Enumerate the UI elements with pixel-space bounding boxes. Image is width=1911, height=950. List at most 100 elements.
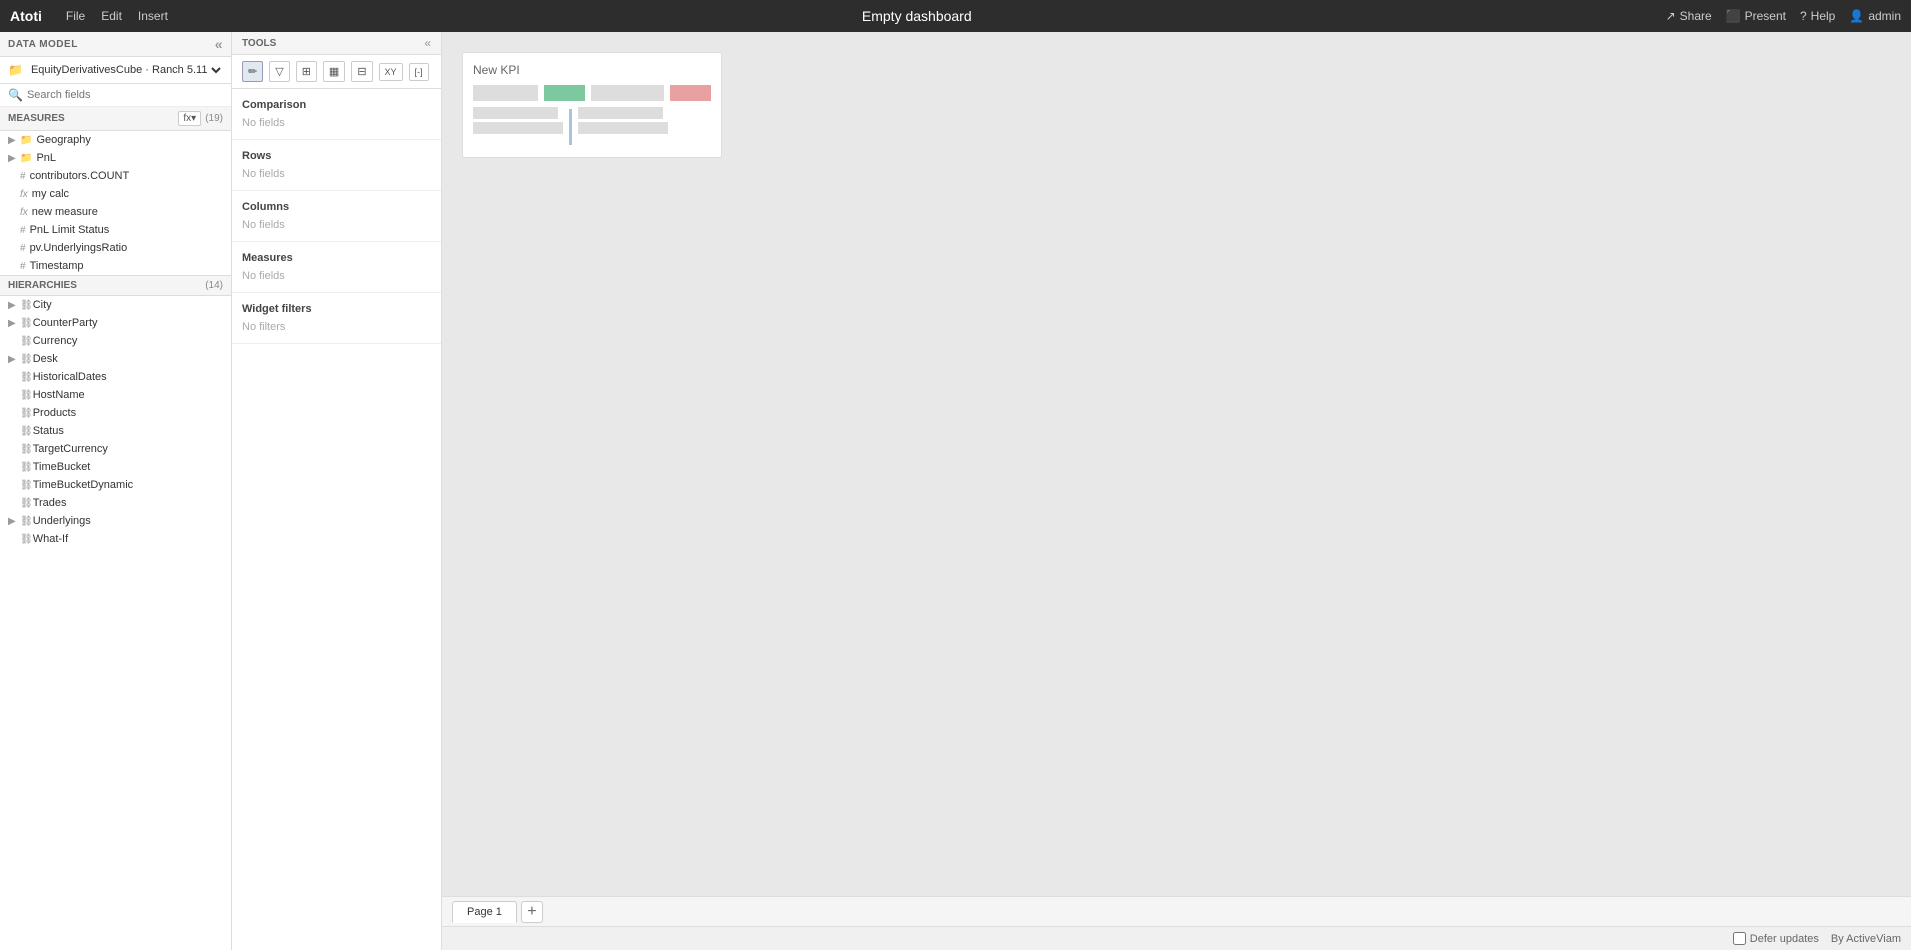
- data-model-label: DATA MODEL: [8, 39, 78, 50]
- defer-updates-label: Defer updates: [1750, 933, 1819, 945]
- dashboard-panel: New KPI: [442, 32, 1911, 950]
- kpi-bar-gray-6: [578, 122, 668, 134]
- measures-tools-label: Measures: [242, 252, 431, 264]
- hierarchy-item-whatif[interactable]: ▶ ⛓ What-If: [0, 530, 231, 548]
- measure-geography-label: Geography: [36, 134, 90, 146]
- measures-header-left: MEASURES: [8, 113, 65, 124]
- search-icon: 🔍: [8, 88, 23, 102]
- kpi-bar-gray-4: [473, 122, 563, 134]
- hierarchy-item-trades[interactable]: ▶ ⛓ Trades: [0, 494, 231, 512]
- hierarchy-underlyings-label: Underlyings: [33, 515, 91, 527]
- folder-icon: 📁: [20, 135, 32, 146]
- hierarchy-icon: ⛓: [20, 516, 33, 527]
- search-box: 🔍: [0, 84, 231, 107]
- measure-timestamp-label: Timestamp: [30, 260, 84, 272]
- menu-edit[interactable]: Edit: [101, 9, 122, 23]
- hierarchy-item-products[interactable]: ▶ ⛓ Products: [0, 404, 231, 422]
- filter-button[interactable]: ▽: [269, 61, 289, 82]
- measures-label: MEASURES: [8, 113, 65, 124]
- kpi-row-bottom: [473, 107, 711, 147]
- hierarchy-status-label: Status: [33, 425, 64, 437]
- measures-count: (19): [205, 113, 223, 124]
- present-button[interactable]: ⬛ Present: [1726, 9, 1786, 23]
- hash-icon: #: [20, 261, 26, 272]
- hierarchies-header: HIERARCHIES (14): [0, 276, 231, 296]
- hierarchy-item-status[interactable]: ▶ ⛓ Status: [0, 422, 231, 440]
- bar-chart-button[interactable]: ▦: [323, 61, 345, 82]
- xy-chart-button[interactable]: XY: [379, 63, 403, 81]
- rows-label: Rows: [242, 150, 431, 162]
- measure-item-mycalc[interactable]: ▶ fx my calc: [0, 185, 231, 203]
- hierarchy-item-currency[interactable]: ▶ ⛓ Currency: [0, 332, 231, 350]
- layout-button[interactable]: ⊞: [296, 61, 317, 82]
- fx-button[interactable]: fx▾: [178, 111, 201, 126]
- hierarchy-item-underlyings[interactable]: ▶ ⛓ Underlyings: [0, 512, 231, 530]
- hierarchy-item-targetcurrency[interactable]: ▶ ⛓ TargetCurrency: [0, 440, 231, 458]
- kpi-left-col: [473, 107, 563, 147]
- app-logo: Atoti: [10, 8, 42, 24]
- measure-item-contributors[interactable]: ▶ # contributors.COUNT: [0, 167, 231, 185]
- range-button[interactable]: [-]: [409, 63, 429, 81]
- share-button[interactable]: ↗ Share: [1666, 9, 1712, 23]
- menu-file[interactable]: File: [66, 9, 85, 23]
- hierarchy-icon: ⛓: [20, 354, 33, 365]
- measure-item-timestamp[interactable]: ▶ # Timestamp: [0, 257, 231, 275]
- hierarchy-trades-label: Trades: [33, 497, 67, 509]
- kpi-card[interactable]: New KPI: [462, 52, 722, 158]
- hierarchy-icon: ⛓: [20, 300, 33, 311]
- defer-updates-item: Defer updates: [1733, 932, 1819, 945]
- rows-section: Rows No fields: [232, 140, 441, 191]
- tools-collapse-button[interactable]: «: [424, 36, 431, 50]
- kpi-bar-gray-5: [578, 107, 663, 119]
- expand-icon: ▶: [8, 516, 18, 527]
- kpi-bar-green: [544, 85, 585, 101]
- menu-insert[interactable]: Insert: [138, 9, 168, 23]
- hierarchy-icon: ⛓: [20, 534, 33, 545]
- page-tab-1[interactable]: Page 1: [452, 901, 517, 923]
- kpi-bar-gray-1: [473, 85, 538, 101]
- hierarchy-item-timebucketdynamic[interactable]: ▶ ⛓ TimeBucketDynamic: [0, 476, 231, 494]
- hierarchy-desk-label: Desk: [33, 353, 58, 365]
- expand-icon: ▶: [8, 153, 18, 164]
- hierarchy-icon: ⛓: [20, 336, 33, 347]
- dashboard-content: New KPI: [442, 32, 1911, 896]
- hierarchy-item-historicaldates[interactable]: ▶ ⛓ HistoricalDates: [0, 368, 231, 386]
- add-page-button[interactable]: +: [521, 901, 543, 923]
- kpi-visualization: [473, 85, 711, 147]
- data-model-collapse-button[interactable]: «: [215, 36, 223, 52]
- edit-chart-button[interactable]: ✏: [242, 61, 263, 82]
- left-panel: DATA MODEL « 📁 EquityDerivativesCube · R…: [0, 32, 232, 950]
- share-icon: ↗: [1666, 9, 1676, 23]
- measure-item-pvunderlyings[interactable]: ▶ # pv.UnderlyingsRatio: [0, 239, 231, 257]
- tools-label: TOOLS: [242, 38, 276, 49]
- hierarchy-item-timebucket[interactable]: ▶ ⛓ TimeBucket: [0, 458, 231, 476]
- measure-item-pnllimit[interactable]: ▶ # PnL Limit Status: [0, 221, 231, 239]
- user-button[interactable]: 👤 admin: [1849, 9, 1901, 23]
- measure-item-pnl[interactable]: ▶ 📁 PnL: [0, 149, 231, 167]
- hash-icon: #: [20, 171, 26, 182]
- table-button[interactable]: ⊟: [351, 61, 372, 82]
- hierarchy-item-desk[interactable]: ▶ ⛓ Desk: [0, 350, 231, 368]
- comparison-empty: No fields: [242, 117, 431, 129]
- hierarchy-item-city[interactable]: ▶ ⛓ City: [0, 296, 231, 314]
- help-icon: ?: [1800, 9, 1807, 23]
- hierarchy-hostname-label: HostName: [33, 389, 85, 401]
- hierarchy-item-hostname[interactable]: ▶ ⛓ HostName: [0, 386, 231, 404]
- hierarchy-timebucketdynamic-label: TimeBucketDynamic: [33, 479, 133, 491]
- search-input[interactable]: [27, 89, 223, 101]
- kpi-bar-gray-3: [473, 107, 558, 119]
- hierarchy-item-counterparty[interactable]: ▶ ⛓ CounterParty: [0, 314, 231, 332]
- cube-selector[interactable]: 📁 EquityDerivativesCube · Ranch 5.11: [0, 57, 231, 84]
- kpi-right-col: [578, 107, 668, 147]
- measure-item-geography[interactable]: ▶ 📁 Geography: [0, 131, 231, 149]
- fx-icon: fx: [20, 189, 28, 200]
- cube-folder-icon: 📁: [8, 63, 23, 77]
- defer-updates-checkbox[interactable]: [1733, 932, 1746, 945]
- hierarchy-timebucket-label: TimeBucket: [33, 461, 91, 473]
- hierarchy-icon: ⛓: [20, 390, 33, 401]
- measure-item-newmeasure[interactable]: ▶ fx new measure: [0, 203, 231, 221]
- hierarchies-section: HIERARCHIES (14) ▶ ⛓ City ▶ ⛓ CounterPar…: [0, 276, 231, 950]
- cube-dropdown[interactable]: EquityDerivativesCube · Ranch 5.11: [27, 63, 224, 77]
- help-button[interactable]: ? Help: [1800, 9, 1835, 23]
- kpi-separator-1: [569, 109, 572, 145]
